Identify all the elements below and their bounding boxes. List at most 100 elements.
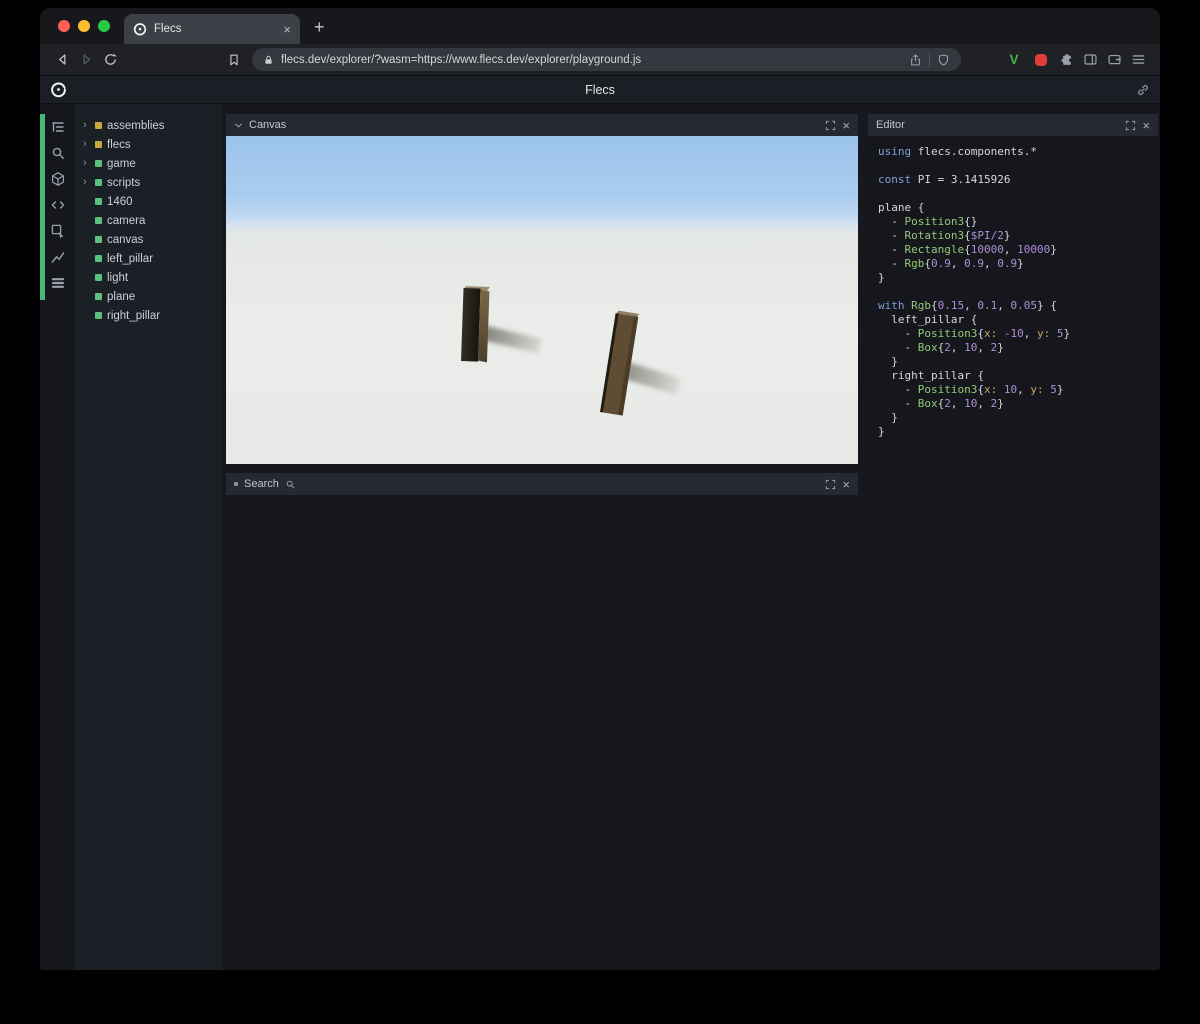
- app-title: Flecs: [585, 82, 615, 97]
- code-icon[interactable]: [46, 194, 70, 216]
- chevron-right-icon[interactable]: ›: [83, 177, 90, 188]
- entity-color-square: [95, 160, 102, 167]
- tree-view-icon[interactable]: [46, 116, 70, 138]
- tree-item[interactable]: › canvas: [75, 230, 222, 249]
- canvas-panel-title: Canvas: [249, 119, 287, 131]
- bullet-icon: [234, 482, 238, 486]
- tree-item-label: flecs: [107, 138, 131, 151]
- close-icon[interactable]: ×: [842, 119, 850, 132]
- inspector-icon[interactable]: [46, 220, 70, 242]
- browser-window: Flecs × + flecs.dev/explorer/?wasm=https…: [40, 8, 1160, 970]
- tree-item[interactable]: › right_pillar: [75, 306, 222, 325]
- chevron-right-icon[interactable]: ›: [83, 158, 90, 169]
- url-text[interactable]: flecs.dev/explorer/?wasm=https://www.fle…: [281, 54, 902, 66]
- close-icon[interactable]: ×: [842, 478, 850, 491]
- sidebar-toggle-icon[interactable]: [1083, 52, 1098, 67]
- chevron-right-icon[interactable]: ›: [83, 120, 90, 131]
- pill-divider: [929, 52, 930, 67]
- canvas-3d-viewport[interactable]: [226, 136, 858, 464]
- tree-item[interactable]: › flecs: [75, 135, 222, 154]
- tree-item[interactable]: › light: [75, 268, 222, 287]
- app-header: Flecs: [40, 76, 1160, 104]
- search-panel: Search ×: [226, 473, 858, 495]
- code-line: - Rotation3{$PI/2}: [878, 229, 1011, 242]
- entity-color-square: [95, 255, 102, 262]
- minimize-window-button[interactable]: [78, 20, 90, 32]
- tab-close-icon[interactable]: ×: [283, 23, 291, 36]
- share-icon[interactable]: [909, 53, 922, 67]
- extension-v-icon[interactable]: V: [1005, 52, 1023, 67]
- code-line: }: [878, 355, 898, 368]
- code-line: - Rectangle{10000, 10000}: [878, 243, 1057, 256]
- code-line: }: [878, 425, 885, 438]
- code-line: - Box{2, 10, 2}: [878, 397, 1004, 410]
- app-body: › assemblies › flecs › game › scripts › …: [40, 104, 1160, 970]
- chevron-right-icon[interactable]: ›: [83, 139, 90, 150]
- tree-item-label: light: [107, 271, 129, 284]
- extensions-puzzle-icon[interactable]: [1059, 52, 1074, 67]
- chevron-down-icon[interactable]: [234, 121, 243, 130]
- tree-item[interactable]: › plane: [75, 287, 222, 306]
- rail-active-accent: [40, 114, 45, 300]
- code-line: - Position3{x: 10, y: 5}: [878, 383, 1064, 396]
- extension-cluster: V: [1005, 52, 1150, 67]
- wallet-icon[interactable]: [1107, 52, 1122, 67]
- tree-item-label: assemblies: [107, 119, 165, 132]
- new-tab-button[interactable]: +: [314, 17, 325, 38]
- extension-red-icon[interactable]: [1035, 53, 1047, 66]
- code-line: with Rgb{0.15, 0.1, 0.05} {: [878, 299, 1057, 312]
- entity-tree: › assemblies › flecs › game › scripts › …: [75, 104, 222, 970]
- tree-item-label: scripts: [107, 176, 141, 189]
- entity-color-square: [95, 198, 102, 205]
- tree-item[interactable]: › assemblies: [75, 116, 222, 135]
- lock-icon: [263, 54, 274, 66]
- brave-shield-icon[interactable]: [937, 53, 950, 67]
- close-window-button[interactable]: [58, 20, 70, 32]
- cube-icon[interactable]: [46, 168, 70, 190]
- editor-panel-title: Editor: [876, 119, 905, 131]
- bookmark-icon[interactable]: [222, 48, 246, 72]
- entity-color-square: [95, 122, 102, 129]
- tree-item-label: left_pillar: [107, 252, 154, 265]
- forward-button[interactable]: [74, 48, 98, 72]
- zoom-window-button[interactable]: [98, 20, 110, 32]
- back-button[interactable]: [50, 48, 74, 72]
- browser-tab[interactable]: Flecs ×: [124, 14, 300, 44]
- expand-icon[interactable]: [825, 479, 836, 490]
- expand-icon[interactable]: [825, 120, 836, 131]
- code-line: right_pillar {: [878, 369, 984, 382]
- code-line: - Position3{x: -10, y: 5}: [878, 327, 1071, 340]
- canvas-panel: Canvas ×: [226, 114, 858, 464]
- tree-item[interactable]: › game: [75, 154, 222, 173]
- code-line: plane {: [878, 201, 925, 214]
- entity-color-square: [95, 312, 102, 319]
- tree-item[interactable]: › camera: [75, 211, 222, 230]
- entity-color-square: [95, 141, 102, 148]
- share-link-icon[interactable]: [1136, 83, 1150, 97]
- tab-strip: Flecs × +: [40, 8, 1160, 44]
- search-icon[interactable]: [46, 142, 70, 164]
- reload-button[interactable]: [98, 48, 122, 72]
- entity-color-square: [95, 179, 102, 186]
- tree-item[interactable]: › left_pillar: [75, 249, 222, 268]
- menu-hamburger-icon[interactable]: [1131, 52, 1146, 67]
- code-line: }: [878, 271, 885, 284]
- editor-code[interactable]: using flecs.components.* const PI = 3.14…: [868, 136, 1158, 449]
- rows-icon[interactable]: [46, 272, 70, 294]
- code-line: - Box{2, 10, 2}: [878, 341, 1004, 354]
- code-line: using flecs.components.*: [878, 145, 1037, 158]
- chart-icon[interactable]: [46, 246, 70, 268]
- entity-color-square: [95, 274, 102, 281]
- left-pillar-3d: [461, 286, 491, 363]
- tree-item-label: right_pillar: [107, 309, 161, 322]
- entity-color-square: [95, 217, 102, 224]
- tree-item[interactable]: › 1460: [75, 192, 222, 211]
- editor-panel-header: Editor ×: [868, 114, 1158, 136]
- expand-icon[interactable]: [1125, 120, 1136, 131]
- address-bar[interactable]: flecs.dev/explorer/?wasm=https://www.fle…: [252, 48, 961, 71]
- tree-item[interactable]: › scripts: [75, 173, 222, 192]
- magnifier-icon[interactable]: [285, 479, 296, 490]
- close-icon[interactable]: ×: [1142, 119, 1150, 132]
